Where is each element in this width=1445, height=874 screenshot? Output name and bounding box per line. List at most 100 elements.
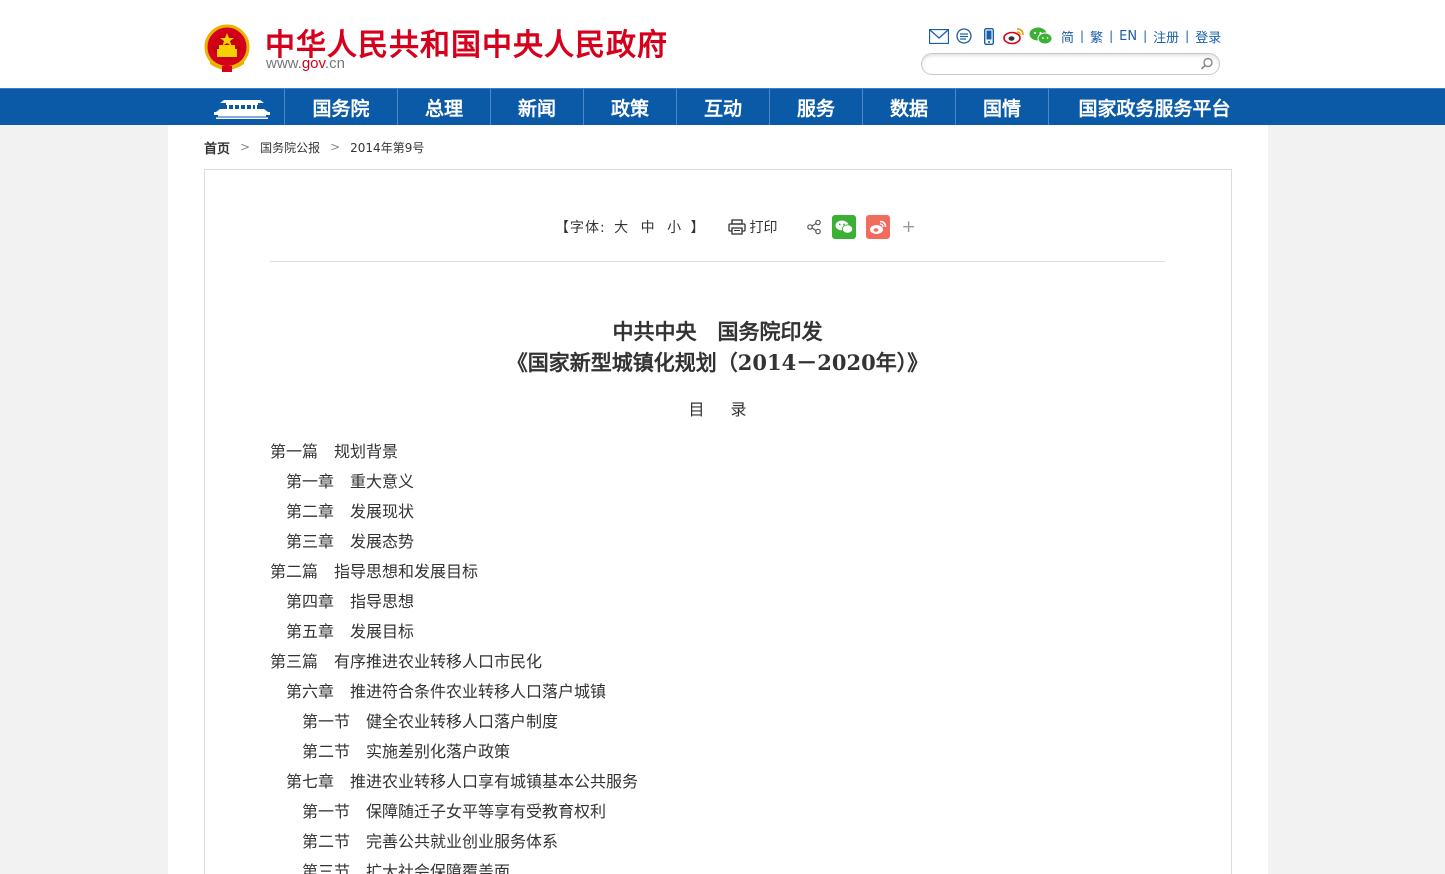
nav-item-state-council[interactable]: 国务院 [284,89,397,125]
lang-english-link[interactable]: EN [1119,29,1137,44]
toc-item-text: 规划背景 [334,442,399,461]
toc-item-text: 有序推进农业转移人口市民化 [334,652,543,671]
lang-traditional-link[interactable]: 繁 [1090,27,1103,46]
toc-item: 第一节 健全农业转移人口落户制度 [270,707,1165,737]
toc-item: 第四章 指导思想 [270,587,1165,617]
toc-item-number: 第三节 [302,862,351,874]
domain-prefix: www. [266,55,302,72]
rss-icon[interactable] [953,26,975,46]
share-bar: + [806,215,916,239]
domain-suffix: .cn [324,55,345,72]
toc-item: 第三节 扩大社会保障覆盖面 [270,857,1165,874]
search-icon[interactable] [1199,56,1215,72]
toc-item-text: 扩大社会保障覆盖面 [366,862,511,874]
share-wechat-icon[interactable] [831,215,856,239]
toc-heading: 目录 [688,400,773,419]
header-toolbar: 简 | 繁 | EN | 注册 | 登录 [928,26,1221,46]
nav-item-service-platform[interactable]: 国家政务服务平台 [1048,89,1260,125]
toolbar-divider: | [1143,29,1148,43]
toc-item-text: 推进符合条件农业转移人口落户城镇 [350,682,607,701]
wechat-icon[interactable] [1028,26,1054,46]
toc-item-number: 第七章 [286,772,335,791]
toc-item-text: 完善公共就业创业服务体系 [366,832,559,851]
breadcrumb-home[interactable]: 首页 [204,138,230,157]
weibo-icon[interactable] [1003,26,1025,46]
toc-item-number: 第二章 [286,502,335,521]
main-nav: 国务院 总理 新闻 政策 互动 服务 数据 国情 国家政务服务平台 [0,88,1445,125]
font-large-button[interactable]: 大 [614,220,629,236]
nav-item-data[interactable]: 数据 [862,89,955,125]
toc-item: 第三章 发展态势 [270,527,1165,557]
nav-item-interaction[interactable]: 互动 [676,89,769,125]
toc-item: 第二章 发展现状 [270,497,1165,527]
nav-item-premier[interactable]: 总理 [397,89,490,125]
toc-item: 第一节 保障随迁子女平等享有受教育权利 [270,797,1165,827]
print-button[interactable]: 打印 [727,217,778,237]
chevron-right-icon: > [240,140,251,154]
nav-item-news[interactable]: 新闻 [490,89,583,125]
article-tools: 【字体: 大 中 小 】 打印 + [555,215,916,239]
printer-icon [727,219,746,235]
toc-item-number: 第五章 [286,622,335,641]
divider [270,261,1165,262]
nav-home-button[interactable] [200,89,284,125]
more-share-button[interactable]: + [902,217,916,237]
site-header: 中华人民共和国中央人民政府 www.gov.cn 简 | 繁 | EN | 注册… [0,0,1445,88]
toc-item-text: 重大意义 [350,472,415,491]
breadcrumb-issue[interactable]: 2014年第9号 [350,139,424,156]
toc-item-text: 发展态势 [350,532,415,551]
toc-item-number: 第三篇 [270,652,319,671]
nav-item-services[interactable]: 服务 [769,89,862,125]
font-medium-button[interactable]: 中 [641,220,656,236]
mobile-icon[interactable] [978,26,1000,46]
toc-item-number: 第二篇 [270,562,319,581]
breadcrumb: 首页 > 国务院公报 > 2014年第9号 [204,138,424,157]
search-input[interactable] [932,56,1192,72]
share-weibo-icon[interactable] [865,215,890,239]
toolbar-divider: | [1080,29,1085,43]
print-label: 打印 [749,220,778,236]
share-icon[interactable] [806,219,822,235]
toc-item: 第二篇 指导思想和发展目标 [270,557,1165,587]
site-domain: www.gov.cn [266,55,345,72]
toc-item-text: 推进农业转移人口享有城镇基本公共服务 [350,772,639,791]
toc-item-number: 第二节 [302,832,351,851]
toc-item-text: 保障随迁子女平等享有受教育权利 [366,802,607,821]
mail-icon[interactable] [928,26,950,46]
toc-item-number: 第一篇 [270,442,319,461]
document-title-line2: 《国家新型城镇化规划（2014－2020年）》 [506,350,929,375]
register-link[interactable]: 注册 [1153,27,1179,46]
table-of-contents: 第一篇 规划背景 第一章 重大意义 第二章 发展现状 第三章 发展态势 第二篇 指导思想和发展目标… [270,437,1165,874]
document-title: 中共中央 国务院印发 《国家新型城镇化规划（2014－2020年）》 [270,316,1165,378]
document-title-line1: 中共中央 国务院印发 [612,319,823,344]
tiananmen-icon [214,100,270,119]
toc-item-number: 第四章 [286,592,335,611]
toc-item-number: 第一节 [302,802,351,821]
font-size-label: 【字体: [555,220,606,236]
login-link[interactable]: 登录 [1195,27,1221,46]
toc-item-text: 健全农业转移人口落户制度 [366,712,559,731]
search-box [921,53,1220,75]
toc-item-text: 实施差别化落户政策 [366,742,511,761]
font-size-control: 【字体: 大 中 小 】 [555,217,706,237]
toc-item: 第七章 推进农业转移人口享有城镇基本公共服务 [270,767,1165,797]
breadcrumb-section[interactable]: 国务院公报 [260,139,320,156]
toc-item: 第二节 完善公共就业创业服务体系 [270,827,1165,857]
toc-item: 第五章 发展目标 [270,617,1165,647]
chevron-right-icon: > [330,140,341,154]
nav-items: 国务院 总理 新闻 政策 互动 服务 数据 国情 国家政务服务平台 [284,89,1260,125]
national-emblem-icon[interactable] [204,24,250,74]
toc-item-text: 发展目标 [350,622,415,641]
lang-simplified-link[interactable]: 简 [1061,27,1074,46]
toc-item-text: 指导思想和发展目标 [334,562,479,581]
toc-item: 第三篇 有序推进农业转移人口市民化 [270,647,1165,677]
font-size-bracket: 】 [690,220,706,236]
toc-item-number: 第六章 [286,682,335,701]
nav-item-policy[interactable]: 政策 [583,89,676,125]
toc-item-number: 第三章 [286,532,335,551]
font-small-button[interactable]: 小 [667,220,682,236]
toolbar-divider: | [1185,29,1190,43]
toc-item-text: 指导思想 [350,592,415,611]
domain-brand: gov [301,55,325,72]
nav-item-national-info[interactable]: 国情 [955,89,1048,125]
